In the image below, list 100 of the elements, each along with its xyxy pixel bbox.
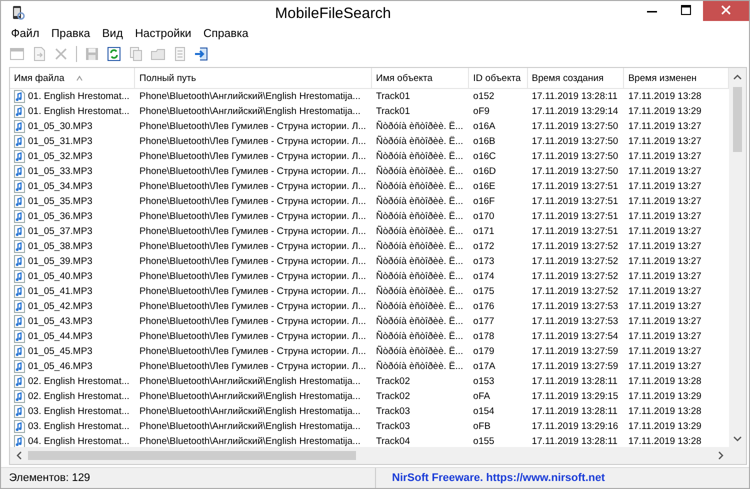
music-file-icon [13, 135, 26, 148]
report-icon [172, 46, 188, 62]
file-name: 01_05_44.MP3 [28, 331, 92, 342]
table-cell-text: Ñòðóíà èñòîðèè. Ë... [375, 254, 464, 269]
table-cell-text: Ñòðóíà èñòîðèè. Ë... [375, 284, 464, 299]
music-file-icon [13, 255, 26, 268]
table-cell-text: 17.11.2019 13:28:11 [530, 435, 618, 447]
table-cell-text: 17.11.2019 13:28 [627, 405, 702, 419]
music-file-icon [13, 240, 26, 253]
table-cell-text: Phone\Bluetooth\Лев Гумилев - Струна истории. Л... [138, 255, 368, 269]
file-name: 01_05_41.MP3 [28, 286, 92, 297]
scroll-thumb[interactable] [733, 87, 742, 152]
table-cell-text: o171 [472, 225, 496, 239]
scroll-down-icon[interactable] [733, 436, 742, 442]
table-cell-text: Ñòðóíà èñòîðèè. Ë... [375, 134, 464, 149]
table-cell-text: Phone\Bluetooth\Лев Гумилев - Струна истории. Л... [138, 240, 368, 254]
file-name: 03. English Hrestomat... [28, 421, 130, 432]
maximize-icon [681, 5, 691, 15]
table-cell-text: Phone\Bluetooth\Лев Гумилев - Струна истории. Л... [138, 360, 368, 374]
table-cell-text: Ñòðóíà èñòîðèè. Ë... [375, 314, 464, 329]
table-cell-text: o177 [472, 315, 496, 329]
menu-item[interactable]: Справка [197, 28, 254, 40]
table-cell-text: 17.11.2019 13:27 [627, 330, 702, 344]
table-cell-text: Phone\Bluetooth\Лев Гумилев - Струна истории. Л... [138, 300, 368, 314]
music-file-icon [13, 210, 26, 223]
scroll-thumb[interactable] [28, 451, 356, 460]
file-name: 01_05_39.MP3 [28, 256, 92, 267]
table-cell-text: 17.11.2019 13:27 [627, 195, 702, 209]
table-cell-text: Phone\Bluetooth\Лев Гумилев - Струна истории. Л... [138, 315, 368, 329]
table-cell-text: Phone\Bluetooth\Английский\English Hrestomatija... [138, 435, 362, 447]
table-cell-text: Phone\Bluetooth\Английский\English Hrestomatija... [138, 105, 362, 119]
column-header[interactable]: Время создания [528, 68, 624, 89]
menu-item[interactable]: Настройки [128, 28, 198, 40]
table-cell-text: 17.11.2019 13:29 [627, 420, 702, 434]
close-button[interactable] [703, 1, 749, 21]
folder-icon [150, 46, 166, 62]
file-name: 01_05_32.MP3 [28, 151, 92, 162]
table-cell-text: Track03 [375, 420, 411, 434]
table-cell-text: o179 [472, 345, 496, 359]
table-cell-text: 17.11.2019 13:27 [627, 270, 702, 284]
table-cell-text: Phone\Bluetooth\Английский\English Hrestomatija... [138, 420, 362, 434]
table-cell-text: o172 [472, 240, 496, 254]
table-cell-text: Track02 [375, 375, 411, 389]
table-cell-text: 17.11.2019 13:27 [627, 225, 702, 239]
menu-item[interactable]: Файл [5, 28, 46, 40]
file-name: 01_05_46.MP3 [28, 361, 92, 372]
menu-item[interactable]: Вид [96, 28, 129, 40]
table-cell-text: o170 [472, 210, 496, 224]
music-file-icon [13, 420, 26, 433]
menu-item[interactable]: Правка [45, 28, 96, 40]
column-title: ID объекта [473, 72, 521, 84]
column-header[interactable]: ID объекта [469, 68, 528, 89]
table-cell-text: Ñòðóíà èñòîðèè. Ë... [375, 344, 464, 359]
table-cell-text: oFB [472, 420, 492, 434]
table-cell-text: o153 [472, 375, 496, 389]
file-name: 01_05_34.MP3 [28, 181, 92, 192]
table-cell-text: Track03 [375, 405, 411, 419]
column-header[interactable]: Полный путь [135, 68, 372, 89]
column-header[interactable]: Имя файла [10, 68, 136, 89]
scroll-right-icon[interactable] [718, 451, 724, 460]
table-cell-text: Phone\Bluetooth\Лев Гумилев - Струна истории. Л... [138, 180, 368, 194]
table-cell-text: 17.11.2019 13:27 [627, 360, 702, 374]
file-name: 02. English Hrestomat... [28, 376, 130, 387]
vertical-scrollbar[interactable] [729, 68, 746, 447]
table-cell-text: 17.11.2019 13:27:52 [530, 270, 620, 284]
table-cell-text: 17.11.2019 13:29:16 [530, 420, 620, 434]
table-cell-text: o175 [472, 285, 496, 299]
table-cell-text: o176 [472, 300, 496, 314]
music-file-icon [13, 435, 26, 447]
website-link[interactable]: NirSoft Freeware. https://www.nirsoft.net [392, 472, 605, 484]
app-icon [11, 5, 25, 21]
table-cell-text: Phone\Bluetooth\Лев Гумилев - Струна истории. Л... [138, 120, 368, 134]
table-cell-text: 17.11.2019 13:27 [627, 240, 702, 254]
table-cell-text: o16B [472, 135, 496, 149]
table-cell-text: Ñòðóíà èñòîðèè. Ë... [375, 120, 464, 134]
horizontal-scrollbar[interactable] [10, 447, 746, 464]
column-header[interactable]: Имя объекта [372, 68, 470, 89]
file-name: 01_05_30.MP3 [28, 121, 92, 132]
table-cell-text: 17.11.2019 13:27:59 [530, 360, 620, 374]
file-name: 01. English Hrestomat... [28, 106, 130, 117]
window-title: MobileFileSearch [274, 4, 392, 22]
table-cell-text: o16A [472, 120, 496, 134]
table-cell-text: Phone\Bluetooth\Лев Гумилев - Струна истории. Л... [138, 270, 368, 284]
scroll-left-icon[interactable] [16, 451, 22, 460]
table-cell-text: 17.11.2019 13:27:51 [530, 210, 620, 224]
table-cell-text: o154 [472, 405, 496, 419]
music-file-icon [13, 360, 26, 373]
table-cell-text: oFA [472, 390, 492, 404]
save-icon [84, 46, 100, 62]
table-cell-text: Phone\Bluetooth\Лев Гумилев - Струна истории. Л... [138, 225, 368, 239]
table-cell-text: 17.11.2019 13:28 [627, 435, 702, 447]
music-file-icon [13, 345, 26, 358]
table-cell-text: Ñòðóíà èñòîðèè. Ë... [375, 240, 464, 254]
exit-icon [194, 46, 210, 62]
file-name: 01_05_38.MP3 [28, 241, 92, 252]
scroll-up-icon[interactable] [733, 74, 742, 80]
table-cell-text: 17.11.2019 13:27 [627, 300, 702, 314]
table-cell-text: Ñòðóíà èñòîðèè. Ë... [375, 224, 464, 239]
music-file-icon [13, 225, 26, 238]
music-file-icon [13, 315, 26, 328]
